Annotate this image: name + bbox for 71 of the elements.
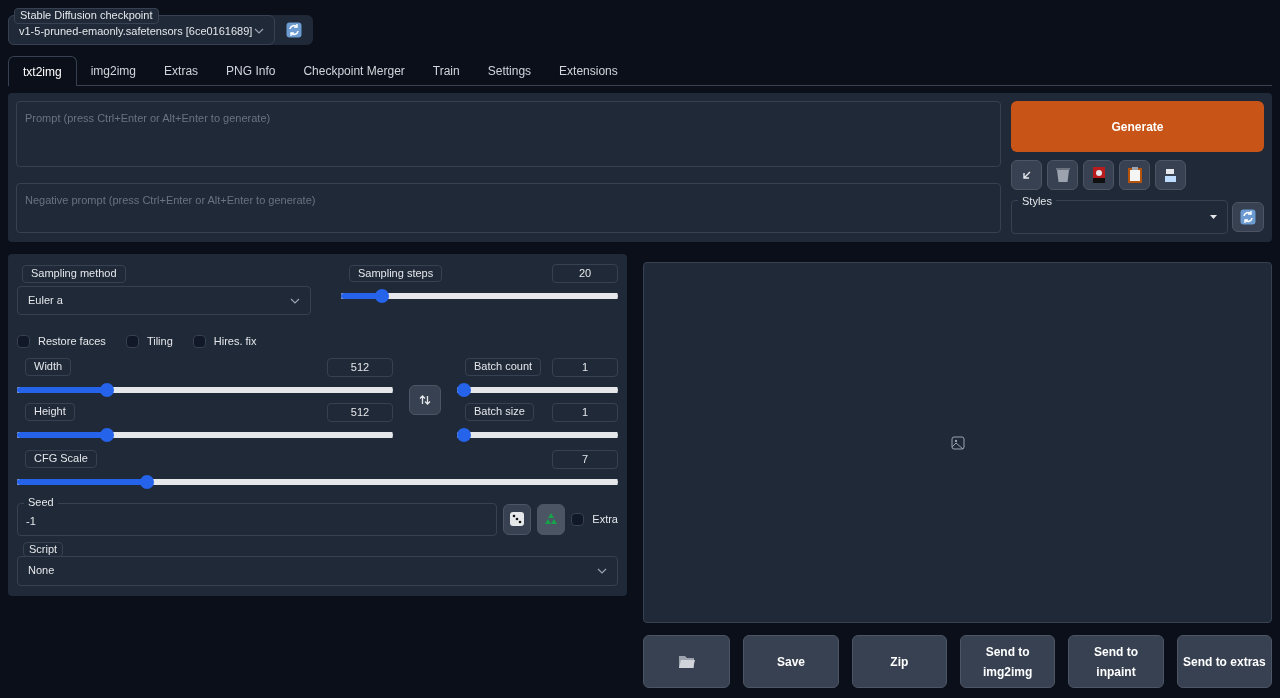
number-field[interactable]: 1 <box>552 357 618 377</box>
tab[interactable]: PNG Info <box>212 56 290 85</box>
slider-thumb[interactable] <box>100 427 115 442</box>
output-button[interactable]: Send to extras <box>1176 635 1272 688</box>
field-label: Height <box>25 403 75 421</box>
reuse-seed-button[interactable] <box>537 503 566 535</box>
slider-thumb[interactable] <box>100 382 115 397</box>
swap-icon <box>419 393 431 406</box>
field-label: Batch size <box>465 403 534 421</box>
tab[interactable]: Train <box>418 56 474 85</box>
swap-button[interactable] <box>409 384 441 415</box>
number-field[interactable]: 1 <box>552 402 618 422</box>
card-button[interactable] <box>1083 160 1114 190</box>
tab[interactable]: Extensions <box>545 56 632 85</box>
tab[interactable]: img2img <box>76 56 151 85</box>
random-seed-button[interactable] <box>503 503 532 535</box>
prompt-field[interactable]: Prompt (press Ctrl+Enter or Alt+Enter to generate) <box>16 101 1001 167</box>
checkbox[interactable] <box>571 512 585 526</box>
save-style-button[interactable] <box>1155 160 1186 190</box>
arrow-icon <box>1021 170 1032 180</box>
refresh-icon <box>286 22 302 38</box>
caret-icon <box>1210 215 1217 219</box>
field-label: CFG Scale <box>25 450 97 468</box>
field-label: Stable Diffusion checkpoint <box>14 8 159 24</box>
tab[interactable]: txt2img <box>8 56 77 86</box>
checkbox[interactable] <box>125 334 139 348</box>
checkbox-label: Hires. fix <box>213 334 257 349</box>
field-label: Sampling steps <box>349 264 443 283</box>
chevron-icon <box>597 567 607 574</box>
clipboard-icon <box>1127 167 1142 183</box>
chevron-icon <box>254 28 264 34</box>
card-icon <box>1092 167 1105 183</box>
slider-thumb[interactable] <box>140 474 155 489</box>
clipboard-button[interactable] <box>1119 160 1150 190</box>
checkbox-label: Extra <box>592 511 618 527</box>
output-button[interactable]: Send to inpaint <box>1068 635 1164 688</box>
slider-thumb[interactable] <box>375 289 390 303</box>
slider-thumb[interactable] <box>457 382 471 397</box>
arrow-button[interactable] <box>1011 160 1042 190</box>
checkbox-label: Restore faces <box>38 334 106 349</box>
slider-thumb[interactable] <box>457 427 471 442</box>
dice-icon <box>510 512 525 526</box>
generate-button[interactable]: Generate <box>1011 101 1264 152</box>
checkbox[interactable] <box>192 334 206 348</box>
field-label: Sampling method <box>22 265 126 283</box>
trash-button[interactable] <box>1047 160 1078 190</box>
number-field[interactable]: 7 <box>552 449 618 469</box>
open-folder-button[interactable] <box>643 635 731 688</box>
negative-prompt-field[interactable]: Negative prompt (press Ctrl+Enter or Alt+Enter to generate) <box>16 183 1001 233</box>
tab[interactable]: Checkpoint Merger <box>289 56 419 85</box>
refresh-button[interactable] <box>1232 202 1264 232</box>
checkbox[interactable] <box>17 334 30 348</box>
checkbox-label: Tiling <box>146 334 173 349</box>
sampling-method-dropdown[interactable]: Euler a <box>17 286 311 315</box>
field-label: Width <box>25 358 72 376</box>
output-button[interactable]: Zip <box>851 635 947 688</box>
number-field[interactable]: 512 <box>327 357 393 377</box>
number-field[interactable]: 20 <box>552 264 618 283</box>
image-icon <box>950 435 965 450</box>
field-label: Script <box>23 541 64 558</box>
tab[interactable]: Settings <box>473 56 546 85</box>
output-button[interactable]: Save <box>743 635 839 688</box>
number-field[interactable]: 512 <box>327 402 393 422</box>
refresh-icon <box>1240 209 1256 225</box>
folder-icon <box>678 655 695 668</box>
script-dropdown[interactable]: None <box>17 555 618 586</box>
field-label: Batch count <box>465 358 542 376</box>
chevron-icon <box>290 297 300 304</box>
tab[interactable]: Extras <box>150 56 213 85</box>
trash-icon <box>1055 167 1070 183</box>
output-button[interactable]: Send to img2img <box>960 635 1056 688</box>
